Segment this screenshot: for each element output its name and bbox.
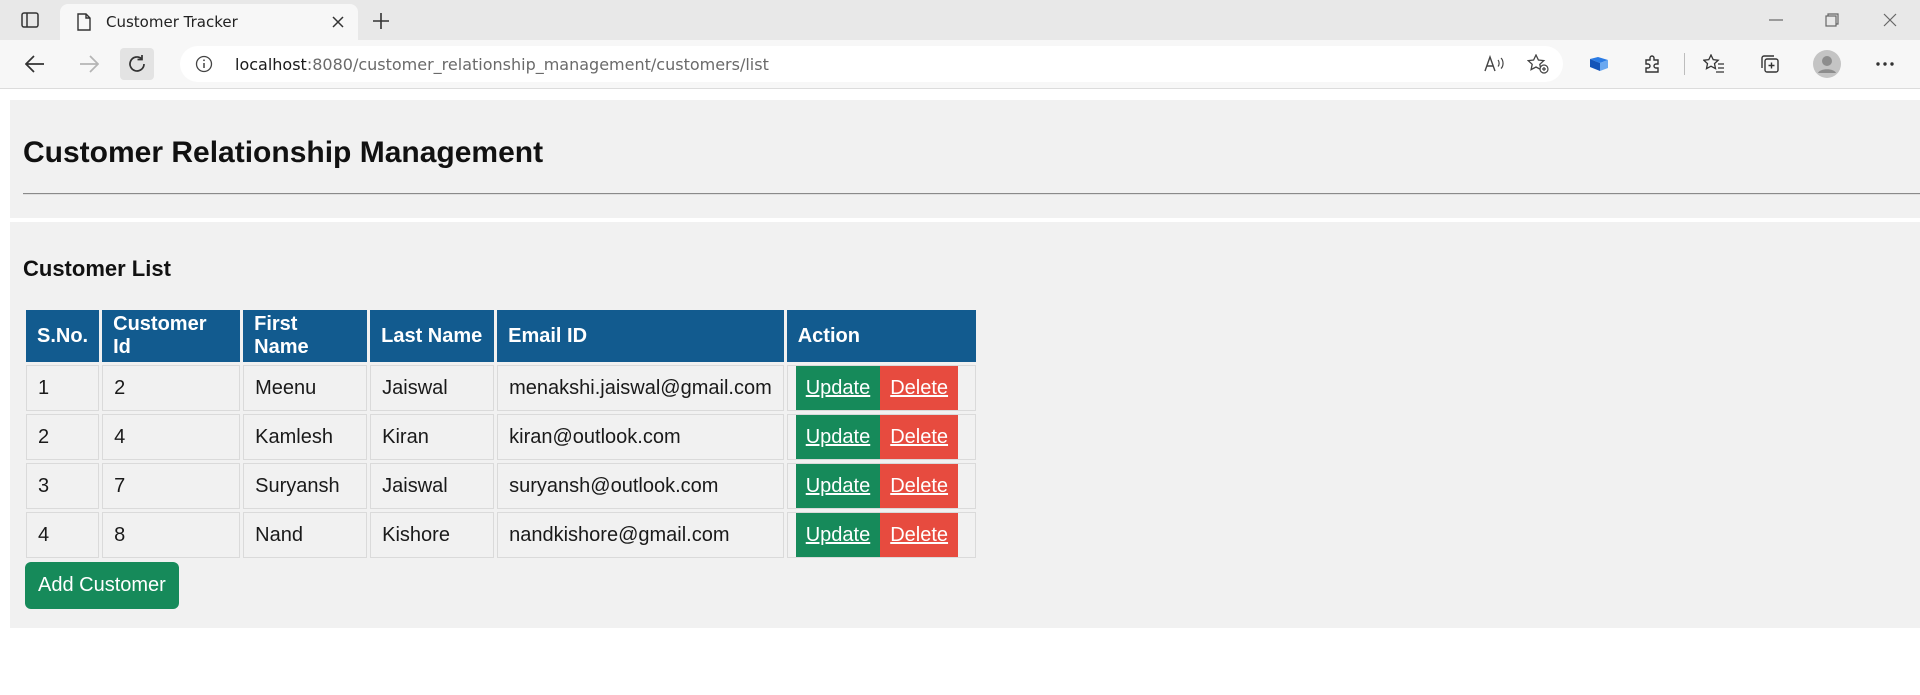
- table-row: 2 4 Kamlesh Kiran kiran@outlook.com Upda…: [26, 414, 976, 460]
- restore-icon[interactable]: [1812, 6, 1852, 34]
- new-tab-icon[interactable]: [368, 8, 394, 34]
- extensions-puzzle-icon[interactable]: [1636, 48, 1670, 80]
- back-arrow-icon[interactable]: [18, 48, 52, 80]
- delete-button[interactable]: Delete: [880, 464, 959, 508]
- close-tab-icon[interactable]: [328, 12, 348, 32]
- customer-table: S.No. Customer Id First Name Last Name E…: [23, 307, 979, 561]
- browser-tab-active[interactable]: Customer Tracker: [60, 4, 358, 40]
- add-favorite-icon[interactable]: [1526, 53, 1550, 75]
- table-row: 3 7 Suryansh Jaiswal suryansh@outlook.co…: [26, 463, 976, 509]
- cell-last-name: Kishore: [370, 512, 495, 558]
- collections-icon[interactable]: [1753, 48, 1787, 80]
- header-panel: Customer Relationship Management: [10, 100, 1920, 218]
- header-last-name: Last Name: [370, 310, 495, 362]
- cell-sno: 4: [26, 512, 100, 558]
- header-sno: S.No.: [26, 310, 100, 362]
- cell-action: Update Delete: [786, 463, 976, 509]
- cell-last-name: Kiran: [370, 414, 495, 460]
- delete-button[interactable]: Delete: [880, 415, 959, 459]
- cell-customer-id: 4: [102, 414, 241, 460]
- read-aloud-icon[interactable]: [1482, 53, 1506, 75]
- cell-sno: 3: [26, 463, 100, 509]
- browser-toolbar: localhost:8080/customer_relationship_man…: [0, 40, 1920, 89]
- close-window-icon[interactable]: [1870, 6, 1910, 34]
- url-text[interactable]: localhost:8080/customer_relationship_man…: [235, 55, 769, 74]
- url-path: :8080/customer_relationship_management/c…: [306, 55, 769, 74]
- cell-sno: 2: [26, 414, 100, 460]
- more-options-icon[interactable]: [1868, 48, 1902, 80]
- customer-list-title: Customer List: [23, 256, 171, 281]
- address-bar[interactable]: localhost:8080/customer_relationship_man…: [180, 46, 1563, 82]
- add-customer-button[interactable]: Add Customer: [25, 562, 179, 609]
- header-email-id: Email ID: [497, 310, 784, 362]
- update-button[interactable]: Update: [795, 366, 881, 410]
- cell-first-name: Kamlesh: [243, 414, 368, 460]
- cell-sno: 1: [26, 365, 100, 411]
- page-title: Customer Relationship Management: [23, 136, 544, 169]
- cell-last-name: Jaiswal: [370, 365, 495, 411]
- cell-action: Update Delete: [786, 365, 976, 411]
- cell-action: Update Delete: [786, 512, 976, 558]
- delete-button[interactable]: Delete: [880, 513, 959, 557]
- extension-book-icon[interactable]: [1582, 48, 1616, 80]
- favorites-icon[interactable]: [1697, 48, 1731, 80]
- update-button[interactable]: Update: [795, 415, 881, 459]
- table-row: 4 8 Nand Kishore nandkishore@gmail.com U…: [26, 512, 976, 558]
- cell-customer-id: 7: [102, 463, 241, 509]
- header-first-name: First Name: [243, 310, 368, 362]
- cell-first-name: Nand: [243, 512, 368, 558]
- cell-last-name: Jaiswal: [370, 463, 495, 509]
- site-info-icon[interactable]: [194, 54, 214, 74]
- tab-title: Customer Tracker: [106, 13, 238, 31]
- cell-email: menakshi.jaiswal@gmail.com: [497, 365, 784, 411]
- cell-email: suryansh@outlook.com: [497, 463, 784, 509]
- tab-actions-icon[interactable]: [14, 8, 46, 32]
- cell-action: Update Delete: [786, 414, 976, 460]
- profile-avatar-icon[interactable]: [1810, 48, 1844, 80]
- cell-email: nandkishore@gmail.com: [497, 512, 784, 558]
- cell-first-name: Suryansh: [243, 463, 368, 509]
- forward-arrow-icon[interactable]: [72, 48, 106, 80]
- header-action: Action: [786, 310, 976, 362]
- customer-list-panel: Customer List S.No. Customer Id First Na…: [10, 222, 1920, 628]
- header-customer-id: Customer Id: [102, 310, 241, 362]
- cell-customer-id: 2: [102, 365, 241, 411]
- table-header-row: S.No. Customer Id First Name Last Name E…: [26, 310, 976, 362]
- minimize-icon[interactable]: [1756, 6, 1796, 34]
- cell-first-name: Meenu: [243, 365, 368, 411]
- update-button[interactable]: Update: [795, 464, 881, 508]
- toolbar-separator: [1684, 53, 1685, 75]
- cell-customer-id: 8: [102, 512, 241, 558]
- table-row: 1 2 Meenu Jaiswal menakshi.jaiswal@gmail…: [26, 365, 976, 411]
- browser-tab-bar: Customer Tracker: [0, 0, 1920, 40]
- delete-button[interactable]: Delete: [880, 366, 959, 410]
- page-favicon-icon: [74, 12, 94, 32]
- cell-email: kiran@outlook.com: [497, 414, 784, 460]
- header-divider: [23, 193, 1920, 195]
- update-button[interactable]: Update: [795, 513, 881, 557]
- refresh-icon[interactable]: [120, 48, 154, 80]
- url-host: localhost: [235, 55, 307, 74]
